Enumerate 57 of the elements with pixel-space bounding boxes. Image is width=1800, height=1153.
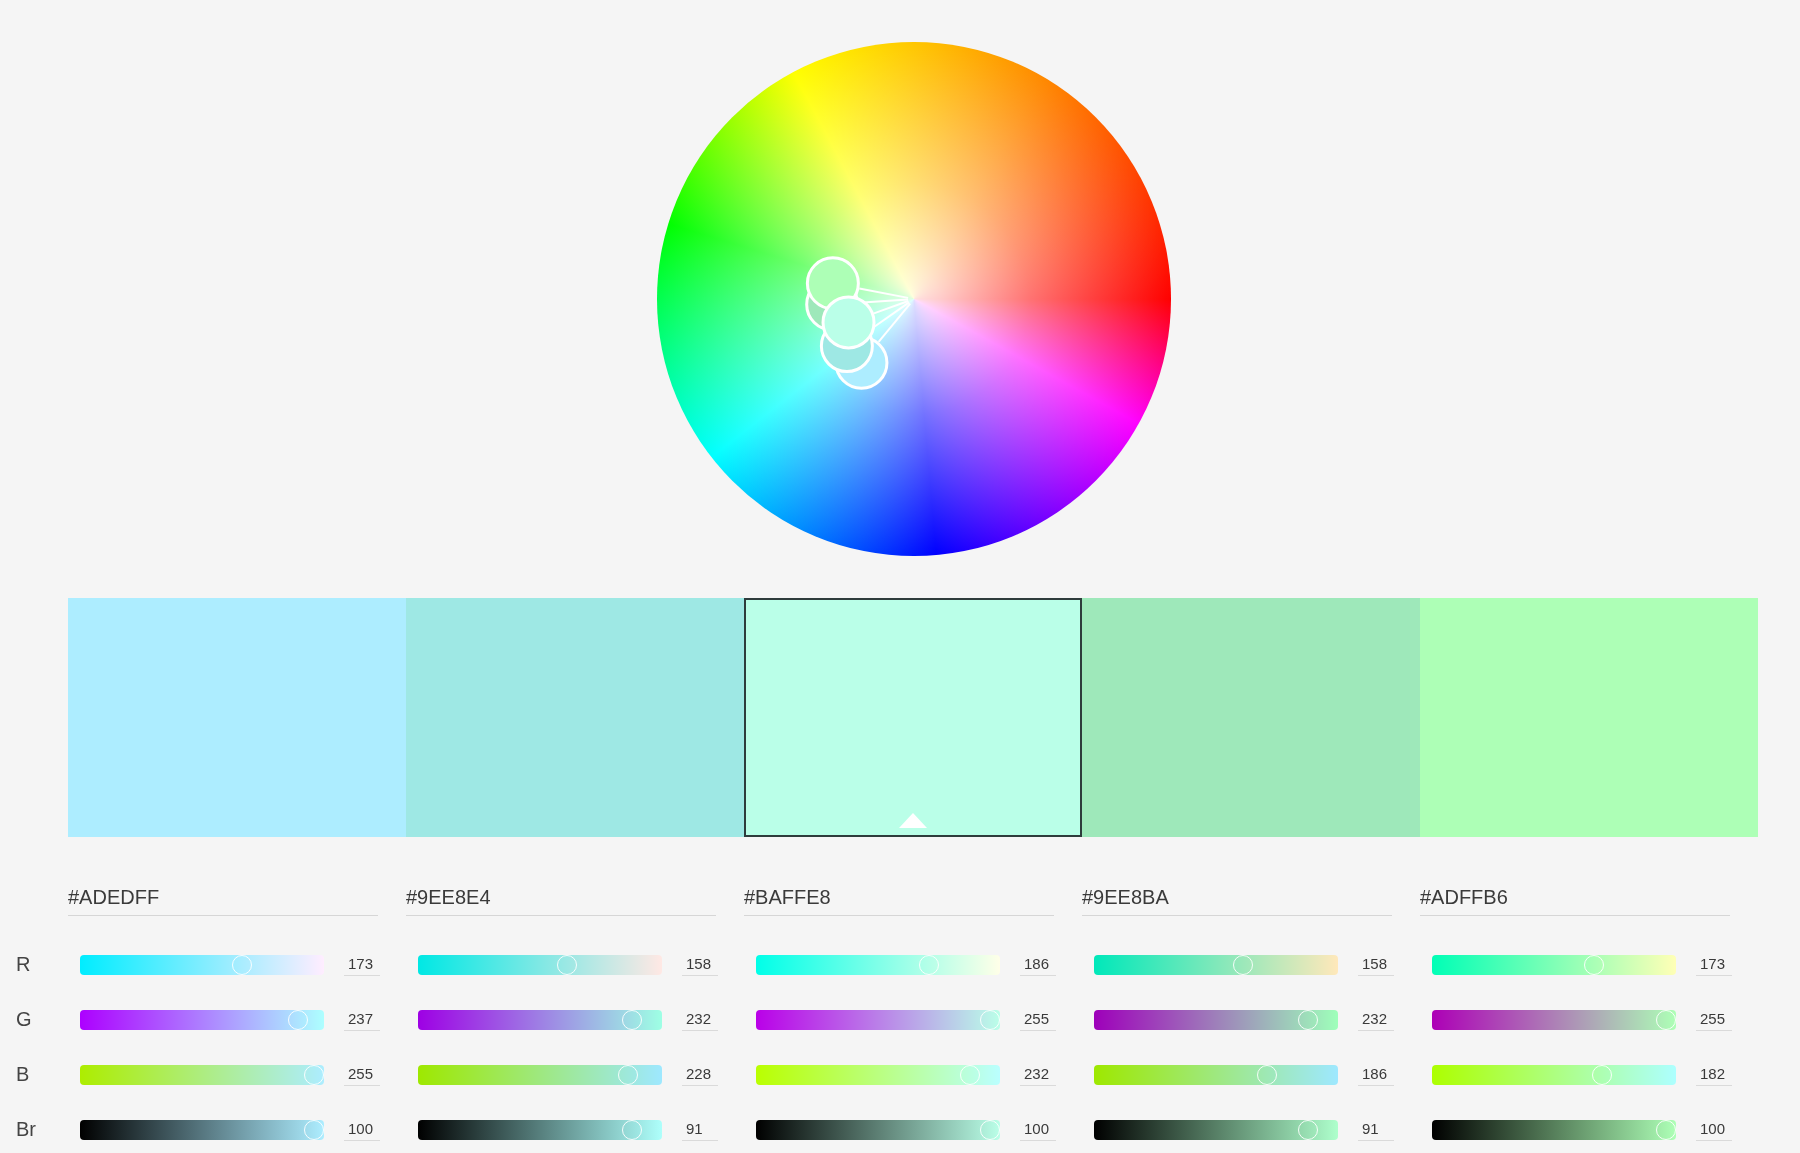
slider-track[interactable] xyxy=(1094,1009,1338,1030)
slider-track[interactable] xyxy=(1094,954,1338,975)
slider-track[interactable] xyxy=(1432,1119,1676,1140)
value-field[interactable]: 173 xyxy=(344,953,380,976)
value-field[interactable]: 173 xyxy=(1696,953,1732,976)
value-field[interactable]: 228 xyxy=(682,1063,718,1086)
color-handles[interactable] xyxy=(805,256,889,390)
value-field[interactable]: 255 xyxy=(344,1063,380,1086)
value-field[interactable]: 237 xyxy=(344,1008,380,1031)
value-field[interactable]: 255 xyxy=(1696,1008,1732,1031)
value-field[interactable]: 232 xyxy=(682,1008,718,1031)
slider-track[interactable] xyxy=(80,1064,324,1085)
slider-track[interactable] xyxy=(1432,1009,1676,1030)
channel-label: Br xyxy=(16,1118,36,1141)
slider-track[interactable] xyxy=(1432,1064,1676,1085)
value-field[interactable]: 100 xyxy=(1020,1118,1056,1141)
slider-track[interactable] xyxy=(80,1009,324,1030)
channel-label: B xyxy=(16,1063,30,1086)
color-swatch[interactable] xyxy=(1420,598,1758,837)
value-field[interactable]: 232 xyxy=(1020,1063,1056,1086)
value-field[interactable]: 100 xyxy=(1696,1118,1732,1141)
slider-track[interactable] xyxy=(418,1009,662,1030)
connector-lines xyxy=(858,287,912,343)
channel-label: R xyxy=(16,953,31,976)
slider-track[interactable] xyxy=(418,1064,662,1085)
slider-track[interactable] xyxy=(756,1009,1000,1030)
slider-track[interactable] xyxy=(418,1119,662,1140)
value-field[interactable]: 182 xyxy=(1696,1063,1732,1086)
value-field[interactable]: 158 xyxy=(1358,953,1394,976)
slider-track[interactable] xyxy=(1432,954,1676,975)
channel-label: G xyxy=(16,1008,32,1031)
slider-track[interactable] xyxy=(80,1119,324,1140)
color-swatch[interactable] xyxy=(406,598,744,837)
value-field[interactable]: 91 xyxy=(1358,1118,1394,1141)
value-field[interactable]: 91 xyxy=(682,1118,718,1141)
hex-field[interactable]: #9EE8E4 xyxy=(406,880,716,916)
hex-field[interactable]: #ADEDFF xyxy=(68,880,378,916)
caret-up-icon xyxy=(899,813,927,828)
value-field[interactable]: 186 xyxy=(1358,1063,1394,1086)
color-swatch[interactable] xyxy=(68,598,406,837)
color-swatch[interactable] xyxy=(744,598,1082,837)
value-field[interactable]: 255 xyxy=(1020,1008,1056,1031)
slider-track[interactable] xyxy=(418,954,662,975)
hex-field[interactable]: #9EE8BA xyxy=(1082,880,1392,916)
hex-field[interactable]: #BAFFE8 xyxy=(744,880,1054,916)
slider-track[interactable] xyxy=(1094,1119,1338,1140)
slider-track[interactable] xyxy=(756,1119,1000,1140)
value-field[interactable]: 100 xyxy=(344,1118,380,1141)
slider-track[interactable] xyxy=(756,1064,1000,1085)
slider-track[interactable] xyxy=(80,954,324,975)
color-swatch[interactable] xyxy=(1082,598,1420,837)
value-field[interactable]: 186 xyxy=(1020,953,1056,976)
value-field[interactable]: 158 xyxy=(682,953,718,976)
slider-track[interactable] xyxy=(756,954,1000,975)
slider-track[interactable] xyxy=(1094,1064,1338,1085)
value-field[interactable]: 232 xyxy=(1358,1008,1394,1031)
hex-field[interactable]: #ADFFB6 xyxy=(1420,880,1730,916)
